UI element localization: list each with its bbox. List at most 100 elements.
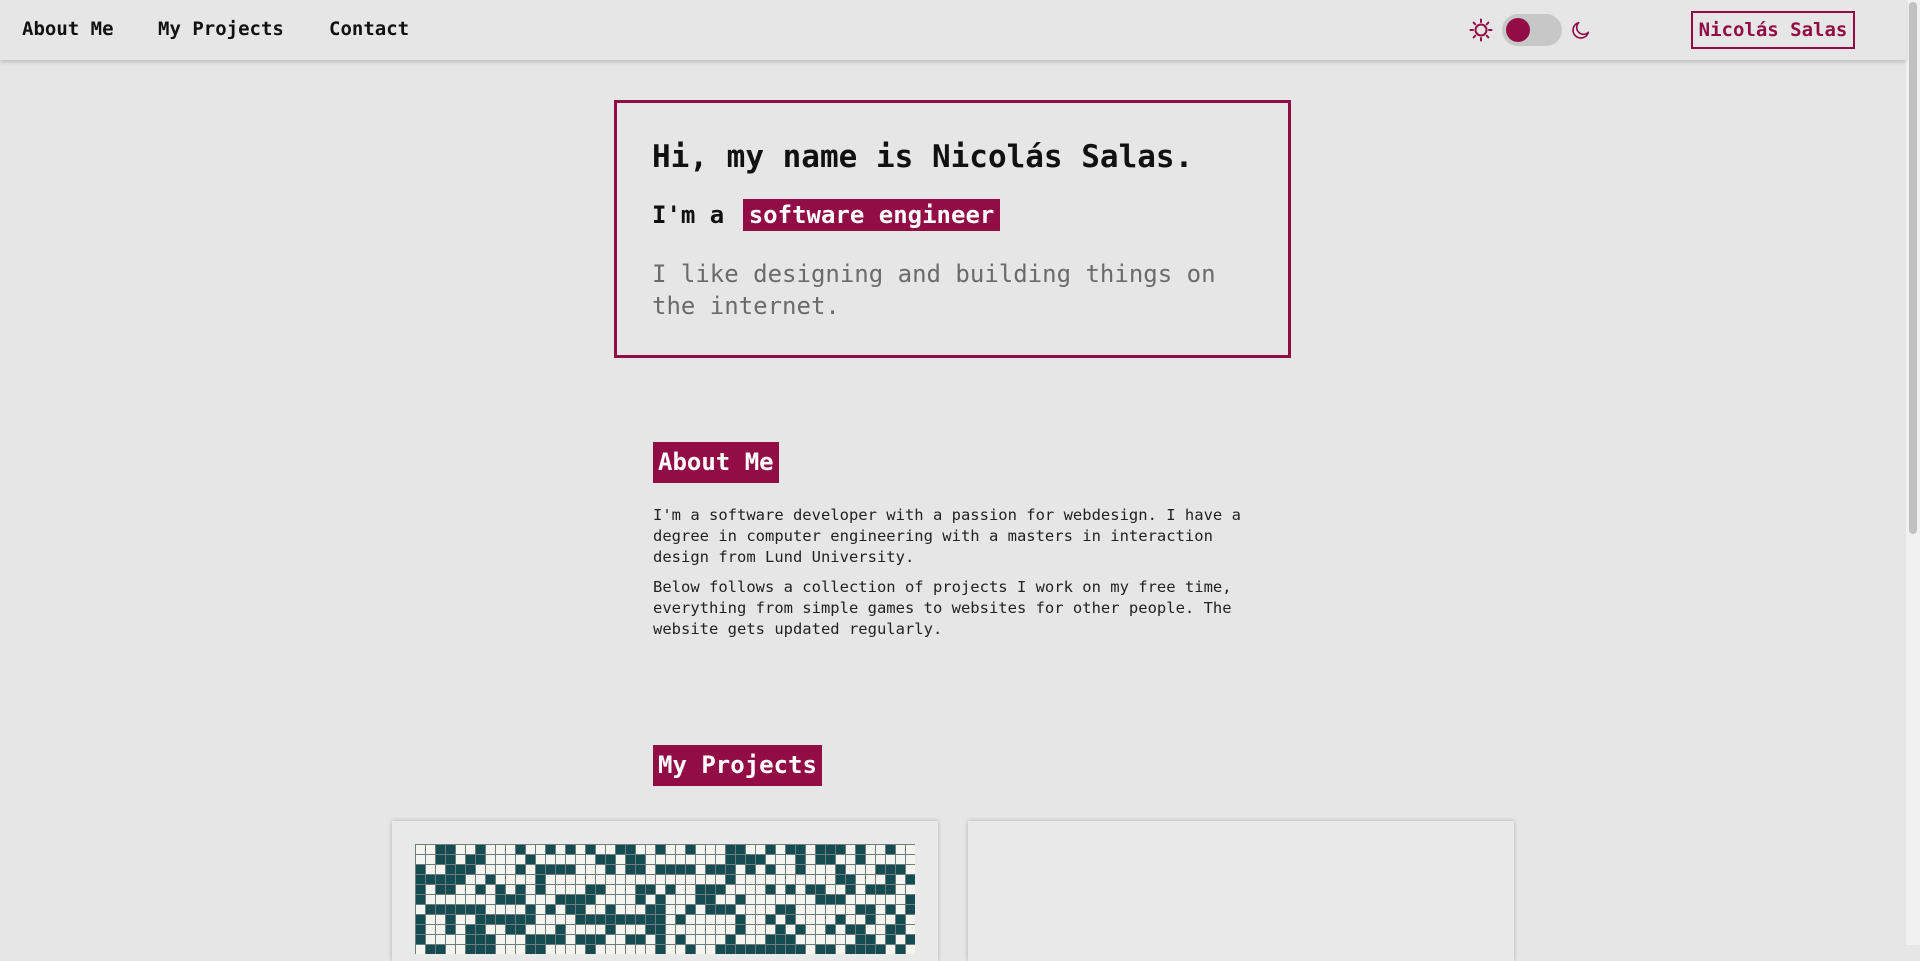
thumbnail-cell: [776, 945, 785, 954]
nav-link-my-projects[interactable]: My Projects: [158, 18, 284, 40]
about-paragraph: I'm a software developer with a passion …: [653, 506, 1241, 566]
nav-link-about-me[interactable]: About Me: [22, 18, 114, 40]
thumbnail-cell: [616, 845, 625, 854]
thumbnail-cell: [796, 865, 805, 874]
thumbnail-cell: [636, 935, 645, 944]
thumbnail-cell: [796, 845, 805, 854]
brand-name-button[interactable]: Nicolás Salas: [1691, 11, 1855, 49]
thumbnail-cell: [536, 885, 545, 894]
thumbnail-cell: [726, 845, 735, 854]
thumbnail-cell: [626, 865, 635, 874]
thumbnail-cell: [736, 845, 745, 854]
thumbnail-cell: [856, 935, 865, 944]
thumbnail-cell: [726, 935, 735, 944]
thumbnail-cell: [796, 945, 805, 954]
thumbnail-cell: [816, 945, 825, 954]
thumbnail-cell: [476, 935, 485, 944]
hero-description: I like designing and building things on …: [652, 260, 1216, 320]
thumbnail-cell: [726, 875, 735, 884]
thumbnail-cell: [446, 915, 455, 924]
thumbnail-cell: [856, 845, 865, 854]
thumbnail-cell: [496, 915, 505, 924]
thumbnail-cell: [646, 915, 655, 924]
nav-link-contact[interactable]: Contact: [329, 18, 409, 40]
thumbnail-cell: [836, 865, 845, 874]
thumbnail-cell: [886, 875, 895, 884]
thumbnail-cell: [636, 915, 645, 924]
thumbnail-cell: [856, 905, 865, 914]
thumbnail-cell: [516, 895, 525, 904]
thumbnail-cell: [786, 845, 795, 854]
top-navbar: About Me My Projects Contact Nicolás Sal…: [0, 0, 1906, 60]
thumbnail-cell: [816, 885, 825, 894]
thumbnail-cell: [836, 845, 845, 854]
thumbnail-cell: [846, 945, 855, 954]
thumbnail-cell: [876, 885, 885, 894]
thumbnail-cell: [436, 855, 445, 864]
thumbnail-cell: [646, 905, 655, 914]
thumbnail-cell: [536, 935, 545, 944]
thumbnail-cell: [756, 945, 765, 954]
thumbnail-cell: [496, 895, 505, 904]
thumbnail-cell: [726, 945, 735, 954]
thumbnail-cell: [826, 945, 835, 954]
thumbnail-cell: [596, 935, 605, 944]
hero-title: Hi, my name is Nicolás Salas.: [652, 139, 1194, 175]
thumbnail-cell: [416, 895, 425, 904]
thumbnail-cell: [816, 855, 825, 864]
thumbnail-cell: [616, 915, 625, 924]
thumbnail-cell: [446, 865, 455, 874]
thumbnail-cell: [676, 935, 685, 944]
thumbnail-cell: [676, 915, 685, 924]
thumbnail-cell: [716, 885, 725, 894]
thumbnail-cell: [866, 915, 875, 924]
thumbnail-cell: [826, 855, 835, 864]
thumbnail-cell: [786, 885, 795, 894]
thumbnail-cell: [446, 855, 455, 864]
thumbnail-cell: [576, 915, 585, 924]
thumbnail-cell: [446, 905, 455, 914]
thumbnail-cell: [796, 925, 805, 934]
thumbnail-cell: [836, 915, 845, 924]
thumbnail-cell: [886, 905, 895, 914]
project-card[interactable]: [968, 821, 1514, 961]
thumbnail-cell: [626, 915, 635, 924]
thumbnail-cell: [836, 875, 845, 884]
project-card[interactable]: [392, 821, 938, 961]
thumbnail-cell: [526, 855, 535, 864]
thumbnail-cell: [896, 915, 905, 924]
page-scrollbar[interactable]: [1906, 0, 1920, 945]
thumbnail-cell: [826, 925, 835, 934]
thumbnail-cell: [576, 905, 585, 914]
theme-toggle[interactable]: [1502, 14, 1562, 46]
thumbnail-cell: [766, 865, 775, 874]
thumbnail-cell: [746, 855, 755, 864]
scrollbar-thumb[interactable]: [1909, 2, 1917, 534]
thumbnail-cell: [746, 865, 755, 874]
thumbnail-cell: [526, 935, 535, 944]
thumbnail-cell: [546, 845, 555, 854]
thumbnail-cell: [596, 915, 605, 924]
thumbnail-cell: [706, 885, 715, 894]
hero-role-line: I'm a software engineer: [652, 199, 1001, 231]
thumbnail-cell: [476, 925, 485, 934]
thumbnail-cell: [706, 905, 715, 914]
project-thumbnail: [415, 844, 915, 954]
thumbnail-cell: [416, 935, 425, 944]
thumbnail-cell: [656, 905, 665, 914]
thumbnail-cell: [496, 885, 505, 894]
thumbnail-cell: [556, 935, 565, 944]
thumbnail-cell: [656, 865, 665, 874]
thumbnail-cell: [886, 935, 895, 944]
thumbnail-cell: [576, 935, 585, 944]
thumbnail-cell: [556, 865, 565, 874]
thumbnail-cell: [426, 905, 435, 914]
thumbnail-cell: [856, 945, 865, 954]
thumbnail-cell: [906, 875, 915, 884]
thumbnail-cell: [416, 915, 425, 924]
thumbnail-cell: [536, 865, 545, 874]
thumbnail-cell: [866, 935, 875, 944]
thumbnail-cell: [506, 925, 515, 934]
thumbnail-cell: [466, 865, 475, 874]
thumbnail-cell: [656, 925, 665, 934]
